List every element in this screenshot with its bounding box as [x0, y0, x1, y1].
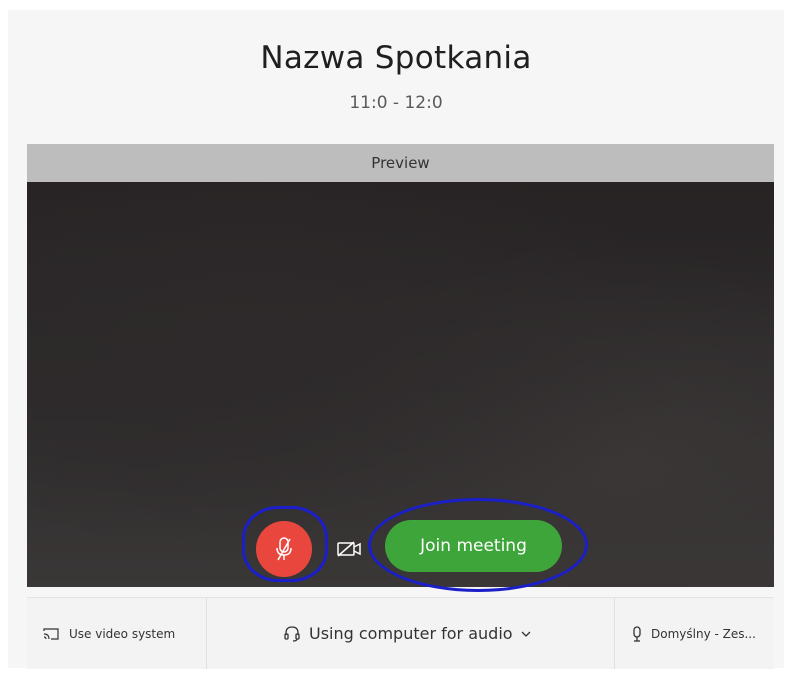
audio-option-select[interactable]: Using computer for audio: [283, 598, 543, 669]
audio-option-label: Using computer for audio: [309, 624, 513, 643]
footer-divider: [206, 598, 207, 669]
use-video-system-label: Use video system: [69, 626, 176, 641]
meeting-title: Nazwa Spotkania: [260, 40, 532, 76]
microphone-select[interactable]: Domyślny - Zes...: [631, 598, 771, 669]
join-meeting-button[interactable]: Join meeting: [385, 520, 562, 572]
cast-icon: [43, 627, 59, 641]
microphone-muted-icon: [273, 536, 295, 562]
microphone-icon: [631, 625, 643, 643]
chevron-down-icon: [521, 630, 531, 638]
headset-icon: [283, 625, 301, 643]
microphone-label: Domyślny - Zes...: [651, 626, 756, 641]
use-video-system-button[interactable]: Use video system: [43, 598, 203, 669]
mute-button[interactable]: [256, 521, 312, 577]
preview-header: Preview: [27, 144, 774, 182]
footer-options: Use video system Using computer for audi…: [27, 597, 774, 669]
camera-toggle-button[interactable]: [334, 534, 364, 564]
meeting-time: 11:0 - 12:0: [349, 93, 443, 113]
footer-divider: [614, 598, 615, 669]
video-off-icon: [336, 539, 362, 559]
